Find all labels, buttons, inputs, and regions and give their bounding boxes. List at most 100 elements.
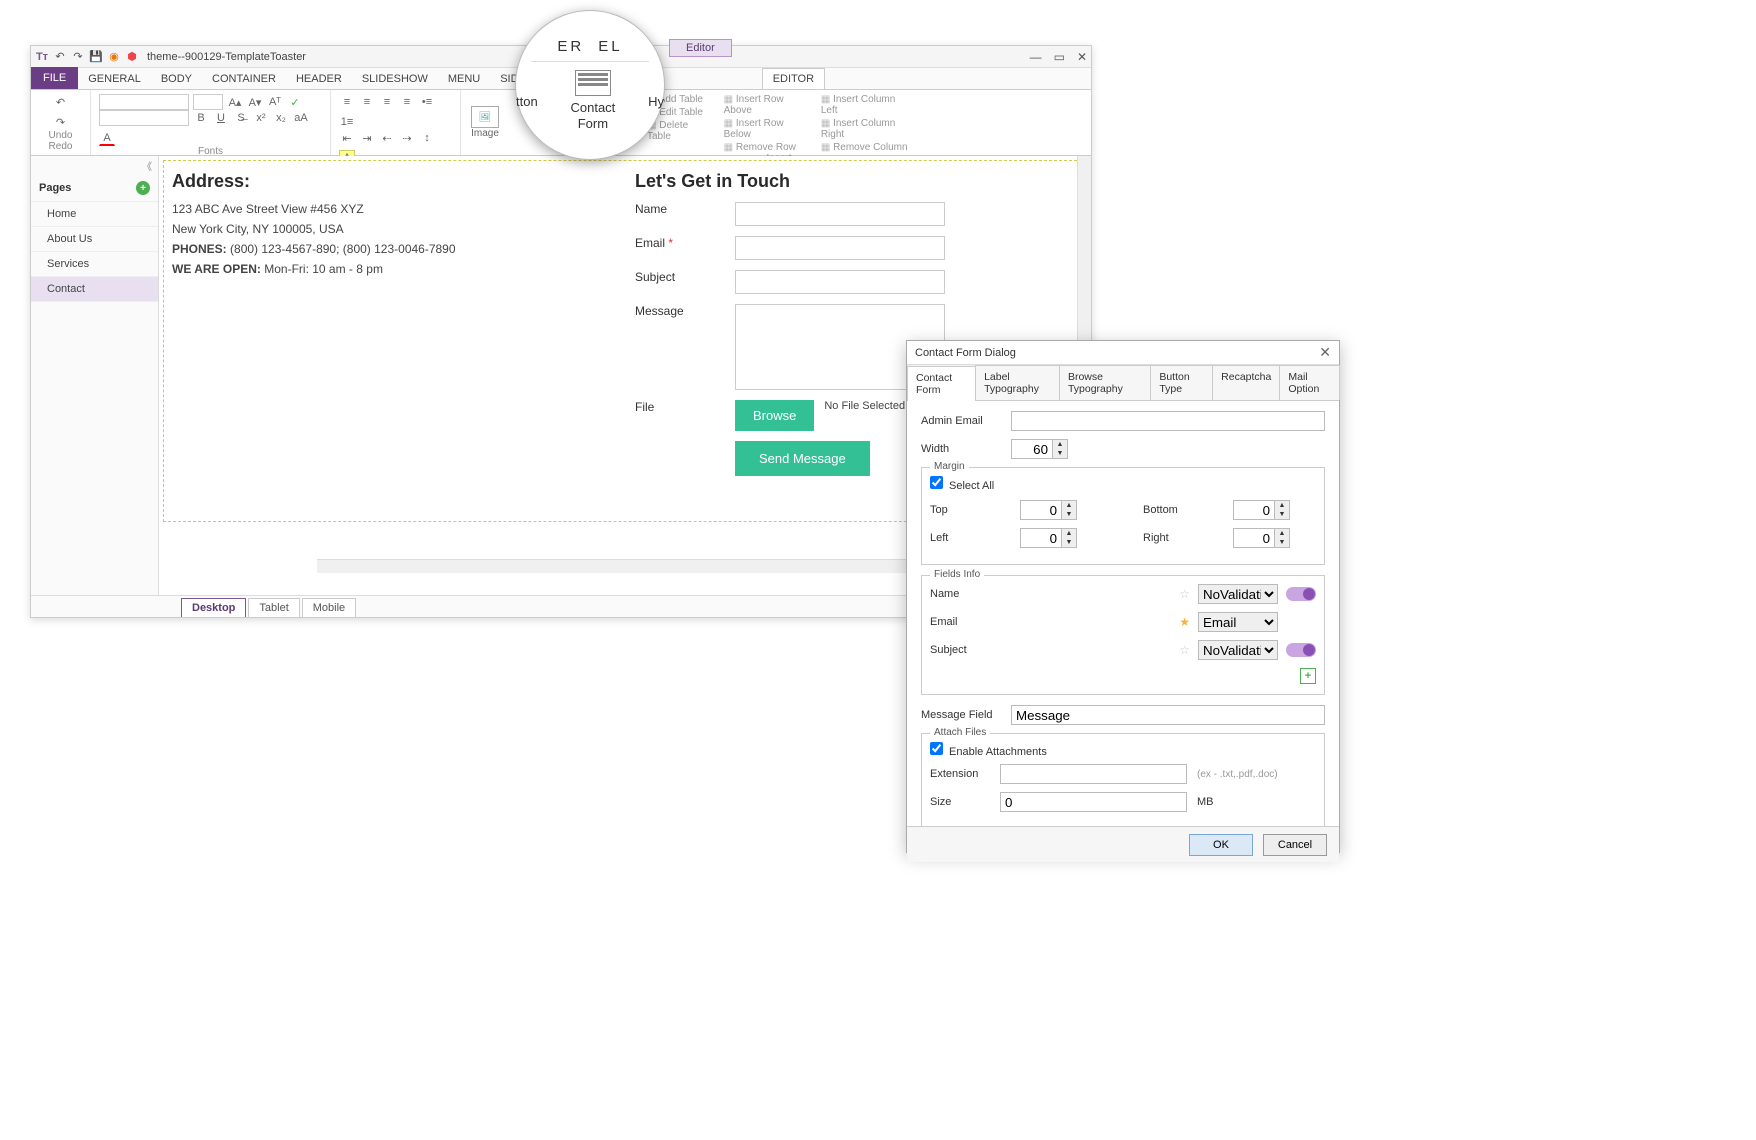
indent-left-icon[interactable]: ⇤ <box>339 130 355 146</box>
insert-row-below-cmd[interactable]: Insert Row Below <box>724 118 805 140</box>
font-size-combo[interactable] <box>193 94 223 110</box>
indent-right-icon[interactable]: ⇥ <box>359 130 375 146</box>
dtab-mail-option[interactable]: Mail Option <box>1279 365 1340 400</box>
font-family-combo[interactable] <box>99 94 189 110</box>
tab-header[interactable]: HEADER <box>286 69 352 89</box>
tab-file[interactable]: FILE <box>31 67 78 89</box>
email-input[interactable] <box>735 236 945 260</box>
dtab-recaptcha[interactable]: Recaptcha <box>1212 365 1280 400</box>
viewtab-tablet[interactable]: Tablet <box>248 598 299 617</box>
tab-slideshow[interactable]: SLIDESHOW <box>352 69 438 89</box>
minimize-button[interactable]: — <box>1030 50 1042 64</box>
tab-general[interactable]: GENERAL <box>78 69 151 89</box>
fi-email-star-icon[interactable]: ★ <box>1179 615 1190 629</box>
align-justify-icon[interactable]: ≡ <box>399 94 415 110</box>
dtab-button-type[interactable]: Button Type <box>1150 365 1213 400</box>
margin-right-spinner[interactable]: ▲▼ <box>1233 528 1290 548</box>
collapse-sidebar-icon[interactable]: 《 <box>31 156 158 175</box>
font-style-combo[interactable] <box>99 110 189 126</box>
enable-attachments-checkbox[interactable] <box>930 742 943 755</box>
clear-format-icon[interactable]: Aᵀ <box>267 94 283 110</box>
send-message-button[interactable]: Send Message <box>735 441 870 476</box>
fi-name-validation[interactable]: NoValidatio <box>1198 584 1278 604</box>
tab-container[interactable]: CONTAINER <box>202 69 286 89</box>
save-icon[interactable]: 💾 <box>89 50 103 64</box>
insert-row-above-cmd[interactable]: Insert Row Above <box>724 94 805 116</box>
margin-right-label: Right <box>1143 532 1233 544</box>
tab-menu[interactable]: MENU <box>438 69 490 89</box>
redo-icon[interactable]: ↷ <box>71 50 85 64</box>
browse-button[interactable]: Browse <box>735 400 814 431</box>
tab-body[interactable]: BODY <box>151 69 202 89</box>
undo-icon[interactable]: ↶ <box>53 50 67 64</box>
message-field-input[interactable] <box>1011 705 1325 725</box>
fi-subject-star-icon[interactable]: ☆ <box>1179 643 1190 657</box>
size-input[interactable] <box>1000 792 1187 812</box>
size-unit: MB <box>1197 796 1214 808</box>
spin-down-icon[interactable]: ▼ <box>1053 449 1067 458</box>
redo-large-icon[interactable]: ↷ <box>53 114 69 130</box>
select-all-checkbox[interactable] <box>930 476 943 489</box>
dtab-browse-typography[interactable]: Browse Typography <box>1059 365 1151 400</box>
case-icon[interactable]: aA <box>293 110 309 126</box>
admin-email-input[interactable] <box>1011 411 1325 431</box>
grow-font-icon[interactable]: A▴ <box>227 94 243 110</box>
subject-input[interactable] <box>735 270 945 294</box>
remove-row-cmd[interactable]: Remove Row <box>724 142 805 153</box>
margin-top-spinner[interactable]: ▲▼ <box>1020 500 1077 520</box>
dtab-contact-form[interactable]: Contact Form <box>907 366 976 401</box>
name-input[interactable] <box>735 202 945 226</box>
insert-col-right-cmd[interactable]: Insert Column Right <box>821 118 911 140</box>
fi-subject-toggle[interactable] <box>1286 643 1316 657</box>
add-field-button[interactable]: + <box>1300 668 1316 684</box>
width-spinner[interactable]: ▲▼ <box>1011 439 1068 459</box>
align-right-icon[interactable]: ≡ <box>379 94 395 110</box>
cancel-button[interactable]: Cancel <box>1263 834 1327 856</box>
dtab-label-typography[interactable]: Label Typography <box>975 365 1060 400</box>
fi-name-star-icon[interactable]: ☆ <box>1179 587 1190 601</box>
sidebar-item-services[interactable]: Services <box>31 252 158 277</box>
dialog-close-button[interactable]: ✕ <box>1319 344 1331 361</box>
fi-subject-validation[interactable]: NoValidatio <box>1198 640 1278 660</box>
ok-button[interactable]: OK <box>1189 834 1253 856</box>
preview-firefox-icon[interactable]: ◉ <box>107 50 121 64</box>
subscript-icon[interactable]: x₂ <box>273 110 289 126</box>
align-center-icon[interactable]: ≡ <box>359 94 375 110</box>
superscript-icon[interactable]: x² <box>253 110 269 126</box>
bold-icon[interactable]: B <box>193 110 209 126</box>
mag-contact-form[interactable]: Contact Form <box>558 70 628 131</box>
underline-icon[interactable]: U <box>213 110 229 126</box>
sidebar-item-contact[interactable]: Contact <box>31 277 158 302</box>
shrink-font-icon[interactable]: A▾ <box>247 94 263 110</box>
indent-icon[interactable]: ⇢ <box>399 130 415 146</box>
maximize-button[interactable]: ▭ <box>1054 50 1065 64</box>
align-left-icon[interactable]: ≡ <box>339 94 355 110</box>
insert-col-left-cmd[interactable]: Insert Column Left <box>821 94 911 116</box>
margin-bottom-spinner[interactable]: ▲▼ <box>1233 500 1290 520</box>
fi-email-validation[interactable]: Email <box>1198 612 1278 632</box>
extension-input[interactable] <box>1000 764 1187 784</box>
list-ul-icon[interactable]: •≡ <box>419 94 435 110</box>
add-page-button[interactable]: + <box>136 181 150 195</box>
sidebar-item-home[interactable]: Home <box>31 202 158 227</box>
format-check-icon[interactable]: ✓ <box>287 94 303 110</box>
tab-editor[interactable]: EDITOR <box>762 68 825 89</box>
fi-name-toggle[interactable] <box>1286 587 1316 601</box>
remove-col-cmd[interactable]: Remove Column <box>821 142 911 153</box>
width-value[interactable] <box>1011 439 1053 459</box>
sidebar-item-about-us[interactable]: About Us <box>31 227 158 252</box>
close-button[interactable]: ✕ <box>1077 50 1087 64</box>
margin-left-spinner[interactable]: ▲▼ <box>1020 528 1077 548</box>
outdent-icon[interactable]: ⇠ <box>379 130 395 146</box>
subject-label: Subject <box>635 270 735 284</box>
strike-icon[interactable]: S̶ <box>233 110 249 126</box>
viewtab-mobile[interactable]: Mobile <box>302 598 356 617</box>
list-ol-icon[interactable]: 1≡ <box>339 114 355 130</box>
spin-up-icon[interactable]: ▲ <box>1053 440 1067 449</box>
preview-html5-icon[interactable]: ⬢ <box>125 50 139 64</box>
undo-large-icon[interactable]: ↶ <box>53 94 69 110</box>
font-color-icon[interactable]: A <box>99 130 115 146</box>
line-height-icon[interactable]: ↕ <box>419 130 435 146</box>
viewtab-desktop[interactable]: Desktop <box>181 598 246 617</box>
image-button[interactable]: 🖼 Image <box>461 90 509 155</box>
